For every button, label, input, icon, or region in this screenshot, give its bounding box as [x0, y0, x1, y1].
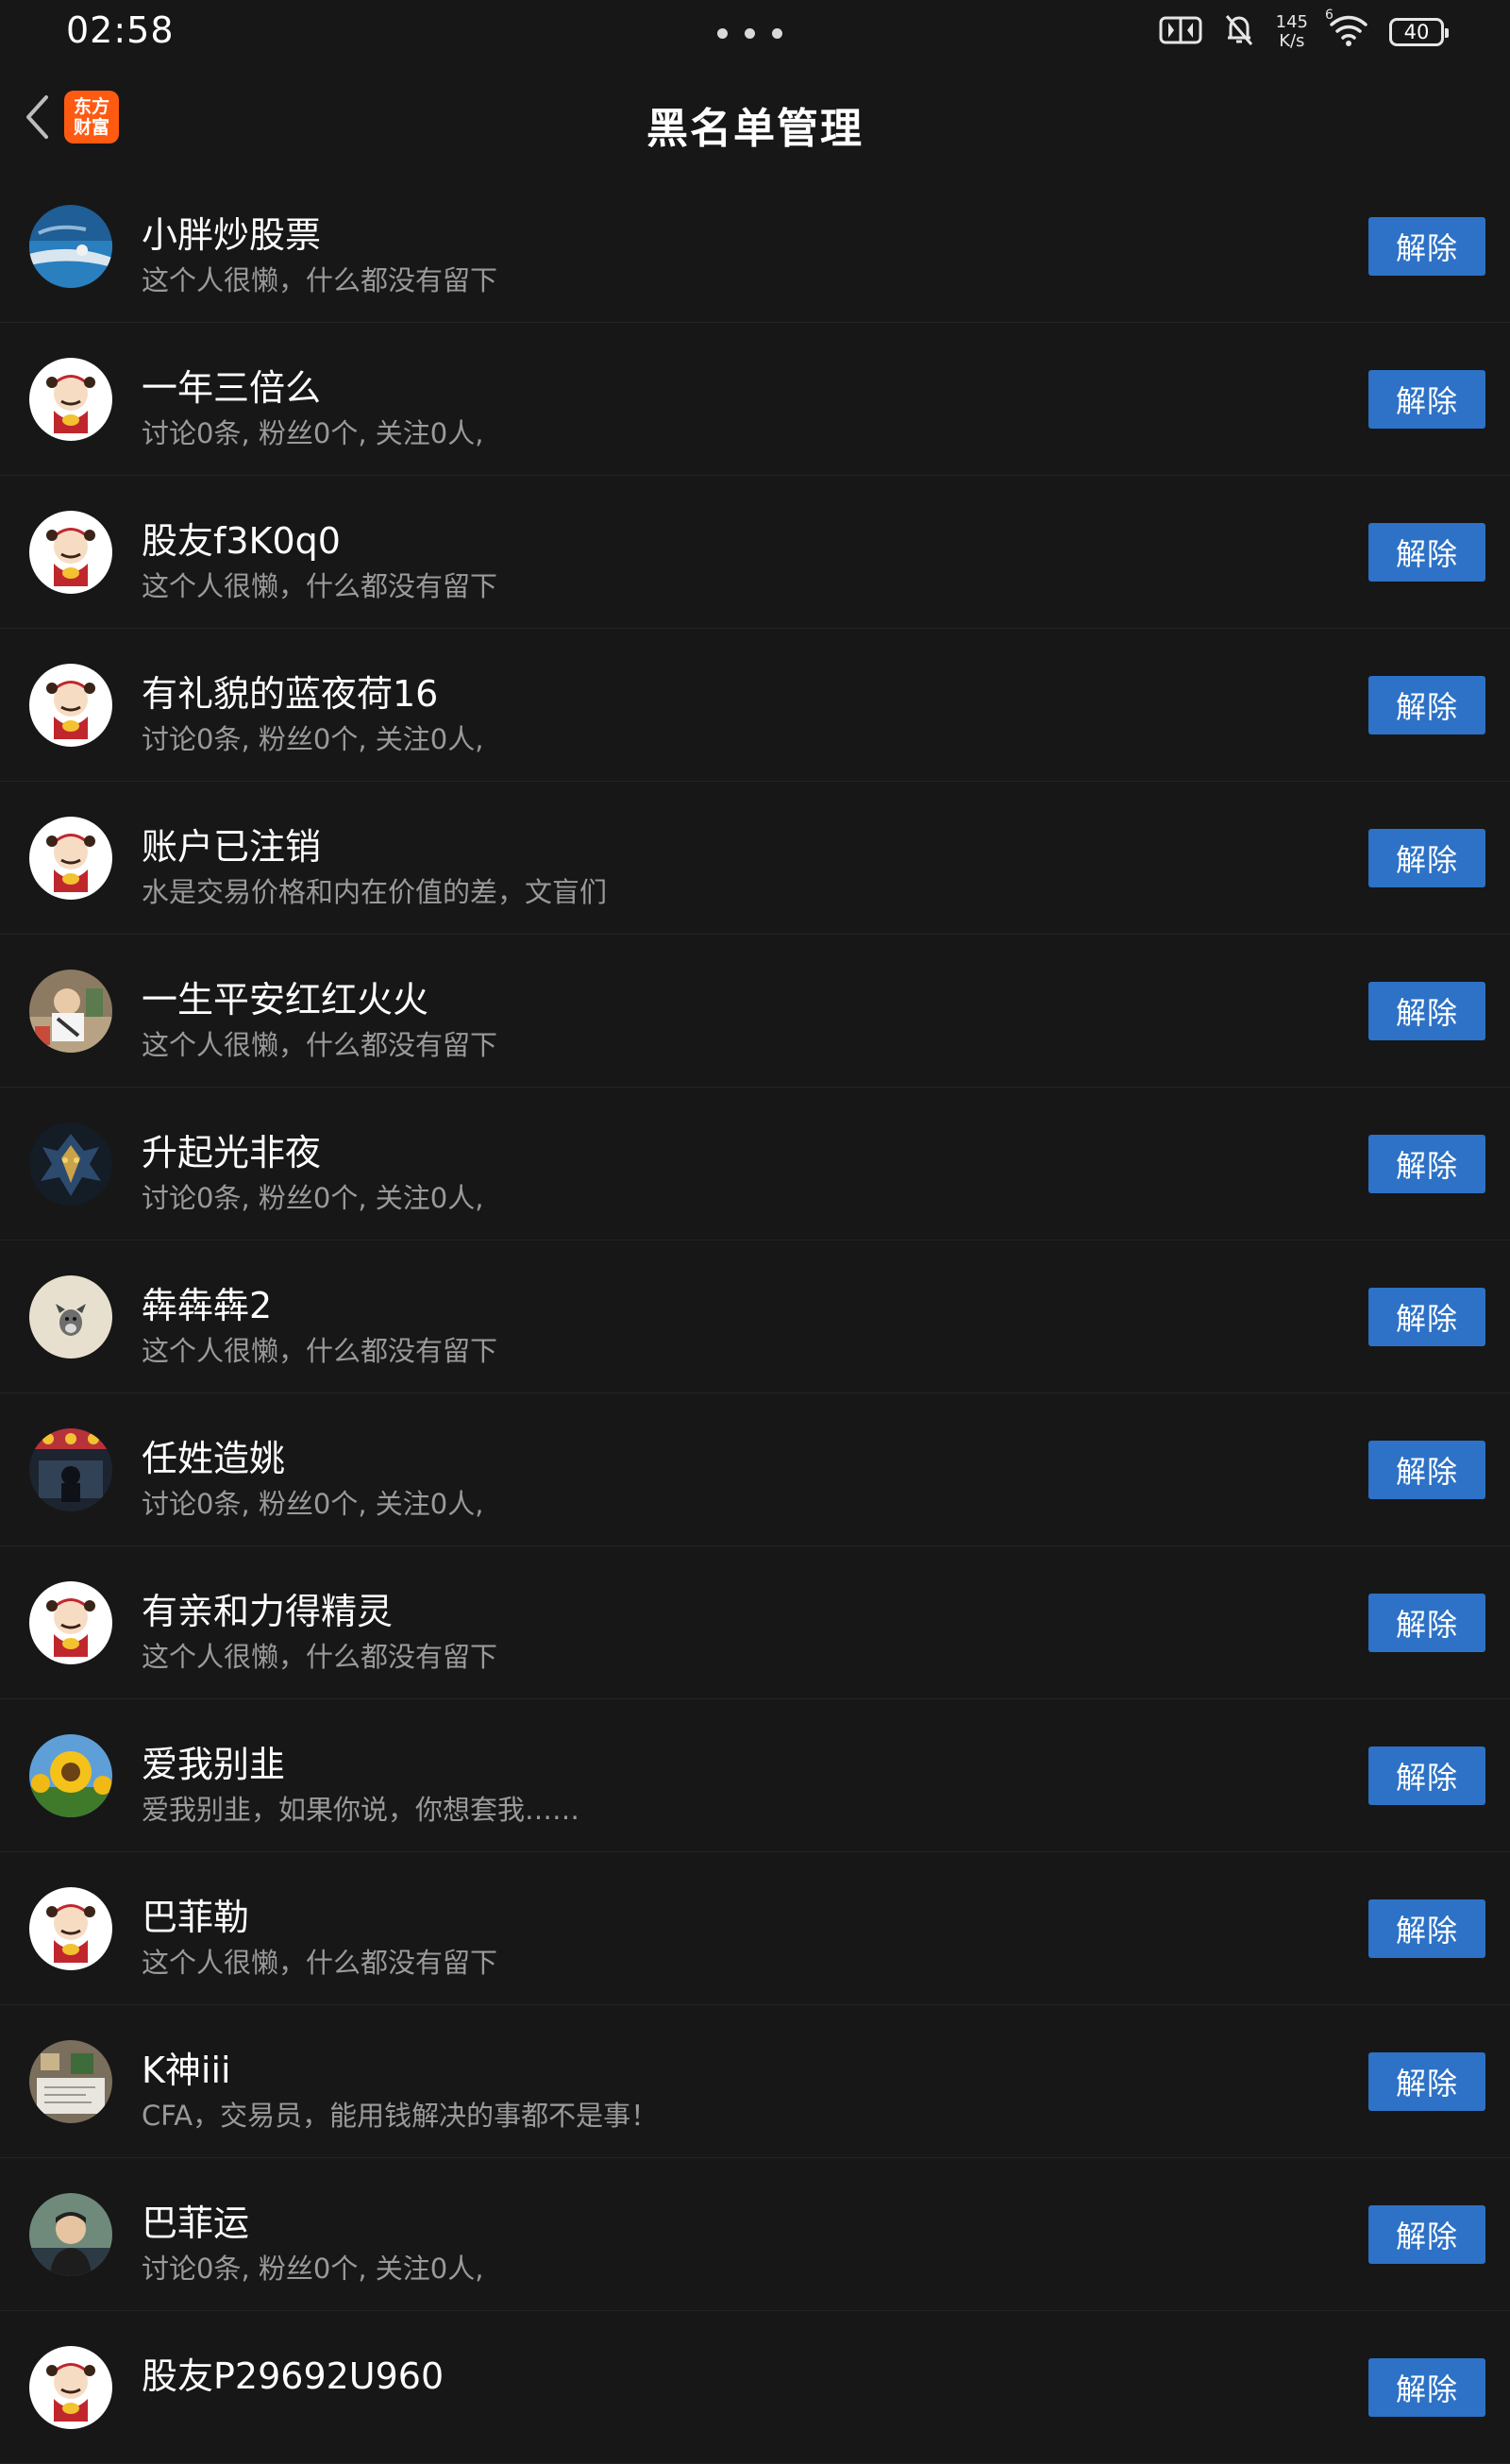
user-name: 账户已注销	[142, 826, 322, 868]
remove-button[interactable]: 解除	[1368, 370, 1485, 429]
user-name: 犇犇犇2	[142, 1285, 273, 1326]
remove-button[interactable]: 解除	[1368, 2205, 1485, 2264]
user-name: 股友f3K0q0	[142, 520, 341, 562]
list-item: K神iii CFA，交易员，能用钱解决的事都不是事！ 解除	[0, 2005, 1510, 2158]
page-title: 黑名单管理	[646, 105, 864, 153]
remove-button[interactable]: 解除	[1368, 1288, 1485, 1346]
user-desc: 爱我别韭，如果你说，你想套我……	[142, 1794, 580, 1826]
blacklist: 小胖炒股票 这个人很懒，什么都没有留下 解除 一年三倍么 讨论0条, 粉丝0个,…	[0, 170, 1510, 2464]
status-icons: 145 K/s 6 40	[1159, 8, 1449, 51]
list-item: 有礼貌的蓝夜荷16 讨论0条, 粉丝0个, 关注0人, 解除	[0, 629, 1510, 782]
header: 东方 财富 黑名单管理	[0, 68, 1510, 170]
list-item: 升起光非夜 讨论0条, 粉丝0个, 关注0人, 解除	[0, 1088, 1510, 1240]
user-name: 有亲和力得精灵	[142, 1591, 394, 1632]
user-name: 巴菲勒	[142, 1897, 250, 1938]
wifi-icon: 6	[1325, 8, 1368, 51]
avatar[interactable]	[29, 1887, 112, 1970]
avatar[interactable]	[29, 1734, 112, 1817]
list-item: 爱我别韭 爱我别韭，如果你说，你想套我…… 解除	[0, 1699, 1510, 1852]
remove-button[interactable]: 解除	[1368, 523, 1485, 582]
battery-icon: 40	[1389, 18, 1449, 46]
remove-button[interactable]: 解除	[1368, 1441, 1485, 1499]
user-name: 任姓造姚	[142, 1438, 286, 1479]
remove-button[interactable]: 解除	[1368, 982, 1485, 1040]
user-desc: CFA，交易员，能用钱解决的事都不是事！	[142, 2100, 659, 2132]
remove-button[interactable]: 解除	[1368, 217, 1485, 276]
user-desc: 这个人很懒，什么都没有留下	[142, 1641, 498, 1673]
avatar[interactable]	[29, 1428, 112, 1511]
avatar[interactable]	[29, 817, 112, 900]
remove-button[interactable]: 解除	[1368, 1135, 1485, 1193]
split-screen-icon	[1159, 15, 1202, 49]
list-item: 任姓造姚 讨论0条, 粉丝0个, 关注0人, 解除	[0, 1393, 1510, 1546]
status-bar: 02:58 145 K/s 6 40	[0, 0, 1510, 68]
avatar[interactable]	[29, 511, 112, 594]
remove-button[interactable]: 解除	[1368, 829, 1485, 887]
list-item: 有亲和力得精灵 这个人很懒，什么都没有留下 解除	[0, 1546, 1510, 1699]
user-desc: 这个人很懒，什么都没有留下	[142, 264, 498, 296]
avatar[interactable]	[29, 2040, 112, 2123]
user-desc: 这个人很懒，什么都没有留下	[142, 1029, 498, 1061]
list-item: 巴菲运 讨论0条, 粉丝0个, 关注0人, 解除	[0, 2158, 1510, 2311]
avatar[interactable]	[29, 1581, 112, 1664]
more-dots-icon	[717, 28, 782, 39]
remove-button[interactable]: 解除	[1368, 1899, 1485, 1958]
list-item: 犇犇犇2 这个人很懒，什么都没有留下 解除	[0, 1240, 1510, 1393]
list-item: 小胖炒股票 这个人很懒，什么都没有留下 解除	[0, 170, 1510, 323]
user-name: 巴菲运	[142, 2202, 250, 2244]
avatar[interactable]	[29, 358, 112, 441]
user-name: 有礼貌的蓝夜荷16	[142, 673, 439, 715]
remove-button[interactable]: 解除	[1368, 1747, 1485, 1805]
user-desc: 讨论0条, 粉丝0个, 关注0人,	[142, 2253, 484, 2285]
user-name: 一生平安红红火火	[142, 979, 429, 1021]
remove-button[interactable]: 解除	[1368, 2052, 1485, 2111]
user-name: 股友P29692U960	[142, 2355, 445, 2397]
avatar[interactable]	[29, 2193, 112, 2276]
network-speed: 145 K/s	[1275, 12, 1308, 51]
list-item: 一年三倍么 讨论0条, 粉丝0个, 关注0人, 解除	[0, 323, 1510, 476]
avatar[interactable]	[29, 664, 112, 747]
list-item: 一生平安红红火火 这个人很懒，什么都没有留下 解除	[0, 935, 1510, 1088]
remove-button[interactable]: 解除	[1368, 676, 1485, 734]
user-desc: 这个人很懒，什么都没有留下	[142, 570, 498, 602]
user-name: 一年三倍么	[142, 367, 322, 409]
user-desc: 这个人很懒，什么都没有留下	[142, 1947, 498, 1979]
avatar[interactable]	[29, 1275, 112, 1359]
avatar[interactable]	[29, 970, 112, 1053]
user-desc: 讨论0条, 粉丝0个, 关注0人,	[142, 417, 484, 449]
list-item: 账户已注销 水是交易价格和内在价值的差，文盲们 解除	[0, 782, 1510, 935]
remove-button[interactable]: 解除	[1368, 2358, 1485, 2417]
user-name: K神iii	[142, 2050, 231, 2091]
list-item: 股友P29692U960 解除	[0, 2311, 1510, 2464]
user-desc: 这个人很懒，什么都没有留下	[142, 1335, 498, 1367]
avatar[interactable]	[29, 1122, 112, 1206]
status-time: 02:58	[66, 9, 175, 51]
user-name: 爱我别韭	[142, 1744, 286, 1785]
user-desc: 水是交易价格和内在价值的差，文盲们	[142, 876, 608, 908]
user-desc: 讨论0条, 粉丝0个, 关注0人,	[142, 1488, 484, 1520]
user-desc: 讨论0条, 粉丝0个, 关注0人,	[142, 1182, 484, 1214]
avatar[interactable]	[29, 205, 112, 288]
user-desc: 讨论0条, 粉丝0个, 关注0人,	[142, 723, 484, 755]
remove-button[interactable]: 解除	[1368, 1594, 1485, 1652]
mute-bell-icon	[1223, 13, 1255, 51]
list-item: 巴菲勒 这个人很懒，什么都没有留下 解除	[0, 1852, 1510, 2005]
user-name: 小胖炒股票	[142, 214, 322, 256]
user-name: 升起光非夜	[142, 1132, 322, 1173]
list-item: 股友f3K0q0 这个人很懒，什么都没有留下 解除	[0, 476, 1510, 629]
